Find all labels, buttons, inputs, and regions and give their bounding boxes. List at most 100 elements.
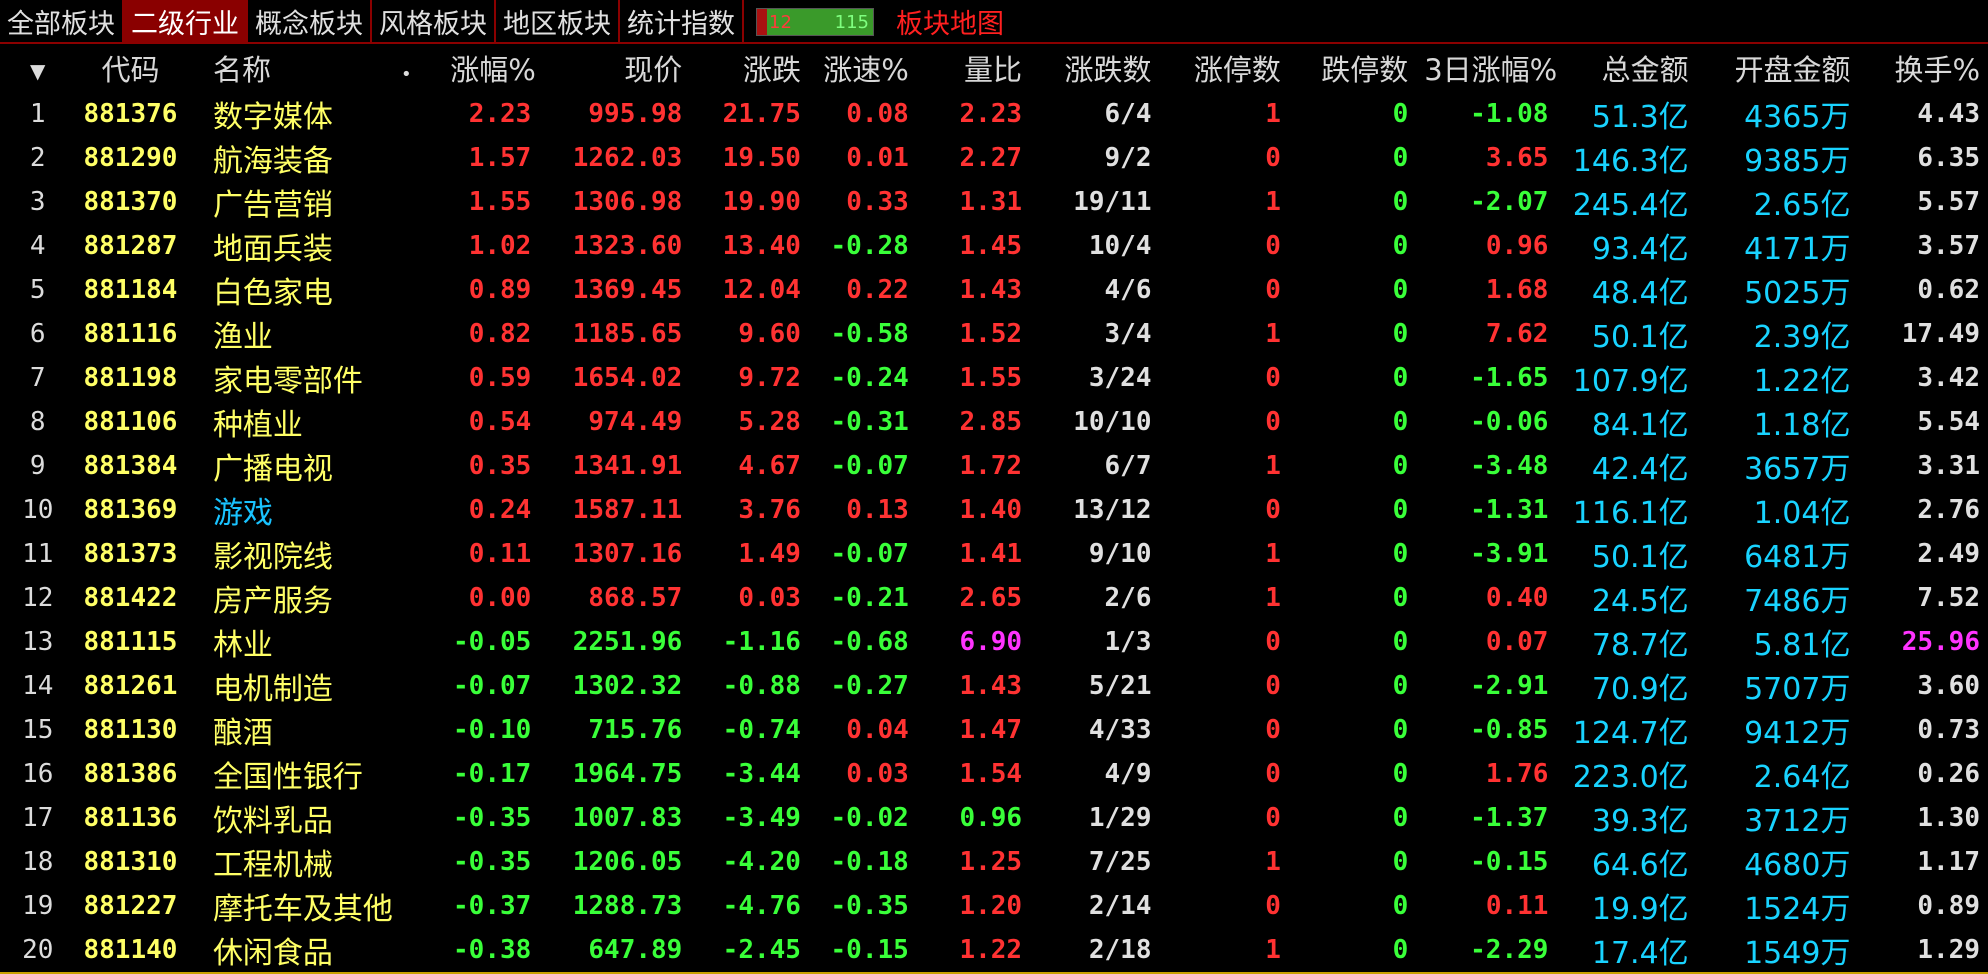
- table-row[interactable]: 3 881370 广告营销 1.55 1306.98 19.90 0.33 1.31 19/11…: [0, 180, 1988, 224]
- col-header-updown-count[interactable]: 涨跌数: [1030, 44, 1159, 92]
- cell-price: 995.98: [588, 99, 683, 129]
- cell-speed: -0.18: [830, 847, 909, 877]
- cell-volume-ratio: 1.43: [959, 671, 1023, 701]
- tab-1[interactable]: 二级行业: [124, 0, 248, 42]
- table-row[interactable]: 4 881287 地面兵装 1.02 1323.60 13.40 -0.28 1.45 10/4…: [0, 224, 1988, 268]
- table-row[interactable]: 2 881290 航海装备 1.57 1262.03 19.50 0.01 2.27 9/2 0 0…: [0, 136, 1988, 180]
- table-row[interactable]: 12 881422 房产服务 0.00 868.57 0.03 -0.21 2.65 2/6 1 0…: [0, 576, 1988, 620]
- cell-name: 电机制造: [212, 672, 333, 707]
- cell-three-day: 1.68: [1485, 275, 1549, 305]
- sector-map-link[interactable]: 板块地图: [896, 0, 1004, 42]
- cell-three-day: 3.65: [1485, 143, 1549, 173]
- cell-open-amount: 4365万: [1744, 100, 1851, 135]
- cell-name: 白色家电: [212, 276, 333, 311]
- cell-updown-count: 1/3: [1104, 627, 1152, 657]
- cell-three-day: -1.08: [1470, 99, 1549, 129]
- cell-turnover: 1.17: [1917, 847, 1980, 877]
- tab-0[interactable]: 全部板块: [0, 0, 124, 42]
- cell-speed: -0.21: [830, 583, 909, 613]
- table-row[interactable]: 7 881198 家电零部件 0.59 1654.02 9.72 -0.24 1.55 3/24…: [0, 356, 1988, 400]
- cell-change-pct: 0.35: [468, 451, 532, 481]
- cell-name: 家电零部件: [212, 364, 363, 399]
- cell-limit-down: 0: [1392, 143, 1409, 173]
- cell-open-amount: 2.65亿: [1753, 188, 1851, 223]
- table-header-row: ▼ 代码 名称• 涨幅%↓ 现价 涨跌 涨速% 量比 涨跌数 涨停数 跌停数 3…: [0, 44, 1988, 92]
- table-row[interactable]: 18 881310 工程机械 -0.35 1206.05 -4.20 -0.18 1.25 7/…: [0, 840, 1988, 884]
- cell-amount: 146.3亿: [1572, 144, 1689, 179]
- tab-4[interactable]: 地区板块: [496, 0, 620, 42]
- cell-open-amount: 4680万: [1744, 848, 1851, 883]
- col-header-turnover[interactable]: 换手%: [1858, 44, 1988, 92]
- table-row[interactable]: 20 881140 休闲食品 -0.38 647.89 -2.45 -0.15 1.22 2/1…: [0, 928, 1988, 974]
- cell-name: 广告营销: [212, 188, 333, 223]
- cell-three-day: -1.37: [1470, 803, 1549, 833]
- table-row[interactable]: 19 881227 摩托车及其他 -0.37 1288.73 -4.76 -0.35 1.20…: [0, 884, 1988, 928]
- table-row[interactable]: 14 881261 电机制造 -0.07 1302.32 -0.88 -0.27 1.43 5/…: [0, 664, 1988, 708]
- cell-open-amount: 1.04亿: [1753, 496, 1851, 531]
- table-row[interactable]: 17 881136 饮料乳品 -0.35 1007.83 -3.49 -0.02 0.96 1/…: [0, 796, 1988, 840]
- col-header-three-day[interactable]: 3日涨幅%: [1416, 44, 1556, 92]
- table-row[interactable]: 8 881106 种植业 0.54 974.49 5.28 -0.31 2.85 10/10 0 0…: [0, 400, 1988, 444]
- cell-limit-up: 1: [1265, 847, 1281, 877]
- cell-limit-up: 0: [1265, 231, 1281, 261]
- cell-turnover: 0.89: [1917, 891, 1980, 921]
- table-row[interactable]: 9 881384 广播电视 0.35 1341.91 4.67 -0.07 1.72 6/7 1 0…: [0, 444, 1988, 488]
- cell-three-day: -0.85: [1470, 715, 1549, 745]
- table-row[interactable]: 6 881116 渔业 0.82 1185.65 9.60 -0.58 1.52 3/4 1 0 7.…: [0, 312, 1988, 356]
- cell-limit-down: 0: [1392, 275, 1409, 305]
- table-row[interactable]: 16 881386 全国性银行 -0.17 1964.75 -3.44 0.03 1.54 4/…: [0, 752, 1988, 796]
- cell-limit-up: 0: [1265, 407, 1281, 437]
- cell-name: 数字媒体: [212, 100, 333, 135]
- cell-updown-count: 2/14: [1088, 891, 1152, 921]
- col-header-speed[interactable]: 涨速%: [809, 44, 917, 92]
- cell-row-index: 5: [29, 275, 46, 305]
- tab-2[interactable]: 概念板块: [248, 0, 372, 42]
- cell-price: 1341.91: [572, 451, 683, 481]
- cell-price: 1288.73: [572, 891, 683, 921]
- cell-code: 881115: [83, 627, 178, 657]
- cell-limit-up: 0: [1265, 275, 1281, 305]
- sort-toggle[interactable]: ▼: [0, 44, 76, 92]
- col-header-amount[interactable]: 总金额: [1556, 44, 1696, 92]
- col-header-code[interactable]: 代码: [76, 44, 205, 92]
- col-header-change-pct[interactable]: 涨幅%↓: [442, 44, 539, 92]
- cell-turnover: 2.76: [1917, 495, 1980, 525]
- col-header-name[interactable]: 名称 •: [205, 44, 442, 92]
- cell-change: 12.04: [722, 275, 801, 305]
- cell-price: 1369.45: [572, 275, 683, 305]
- tab-5[interactable]: 统计指数: [620, 0, 744, 42]
- cell-turnover: 0.26: [1917, 759, 1980, 789]
- table-row[interactable]: 11 881373 影视院线 0.11 1307.16 1.49 -0.07 1.41 9/10…: [0, 532, 1988, 576]
- col-header-limit-down[interactable]: 跌停数: [1289, 44, 1416, 92]
- cell-limit-up: 0: [1265, 759, 1281, 789]
- cell-turnover: 25.96: [1901, 627, 1980, 657]
- cell-updown-count: 4/33: [1088, 715, 1152, 745]
- cell-name: 影视院线: [212, 540, 333, 575]
- table-row[interactable]: 1 881376 数字媒体 2.23 995.98 21.75 0.08 2.23 6/4 1 0 -…: [0, 92, 1988, 136]
- cell-name: 种植业: [212, 408, 303, 443]
- table-row[interactable]: 10 881369 游戏 0.24 1587.11 3.76 0.13 1.40 13/12 0 0…: [0, 488, 1988, 532]
- col-header-price[interactable]: 现价: [539, 44, 690, 92]
- cell-limit-up: 1: [1265, 319, 1281, 349]
- table-row[interactable]: 5 881184 白色家电 0.89 1369.45 12.04 0.22 1.43 4/6 0 0…: [0, 268, 1988, 312]
- col-header-volume-ratio[interactable]: 量比: [917, 44, 1030, 92]
- cell-code: 881370: [83, 187, 178, 217]
- table-row[interactable]: 15 881130 酿酒 -0.10 715.76 -0.74 0.04 1.47 4/33 0 0…: [0, 708, 1988, 752]
- cell-three-day: -2.91: [1470, 671, 1549, 701]
- cell-price: 1007.83: [572, 803, 683, 833]
- col-header-limit-up[interactable]: 涨停数: [1160, 44, 1289, 92]
- cell-row-index: 1: [29, 99, 46, 129]
- cell-open-amount: 3712万: [1744, 804, 1851, 839]
- col-header-change[interactable]: 涨跌: [690, 44, 809, 92]
- table-row[interactable]: 13 881115 林业 -0.05 2251.96 -1.16 -0.68 6.90 1/3 0…: [0, 620, 1988, 664]
- tab-3[interactable]: 风格板块: [372, 0, 496, 42]
- cell-change: 4.67: [738, 451, 801, 481]
- cell-amount: 64.6亿: [1591, 848, 1689, 883]
- cell-price: 1587.11: [572, 495, 683, 525]
- cell-volume-ratio: 1.40: [959, 495, 1023, 525]
- cell-change-pct: 1.57: [468, 143, 532, 173]
- cell-change-pct: 2.23: [468, 99, 532, 129]
- cell-change-pct: 1.55: [468, 187, 532, 217]
- col-header-open-amount[interactable]: 开盘金额: [1697, 44, 1859, 92]
- cell-turnover: 0.73: [1917, 715, 1980, 745]
